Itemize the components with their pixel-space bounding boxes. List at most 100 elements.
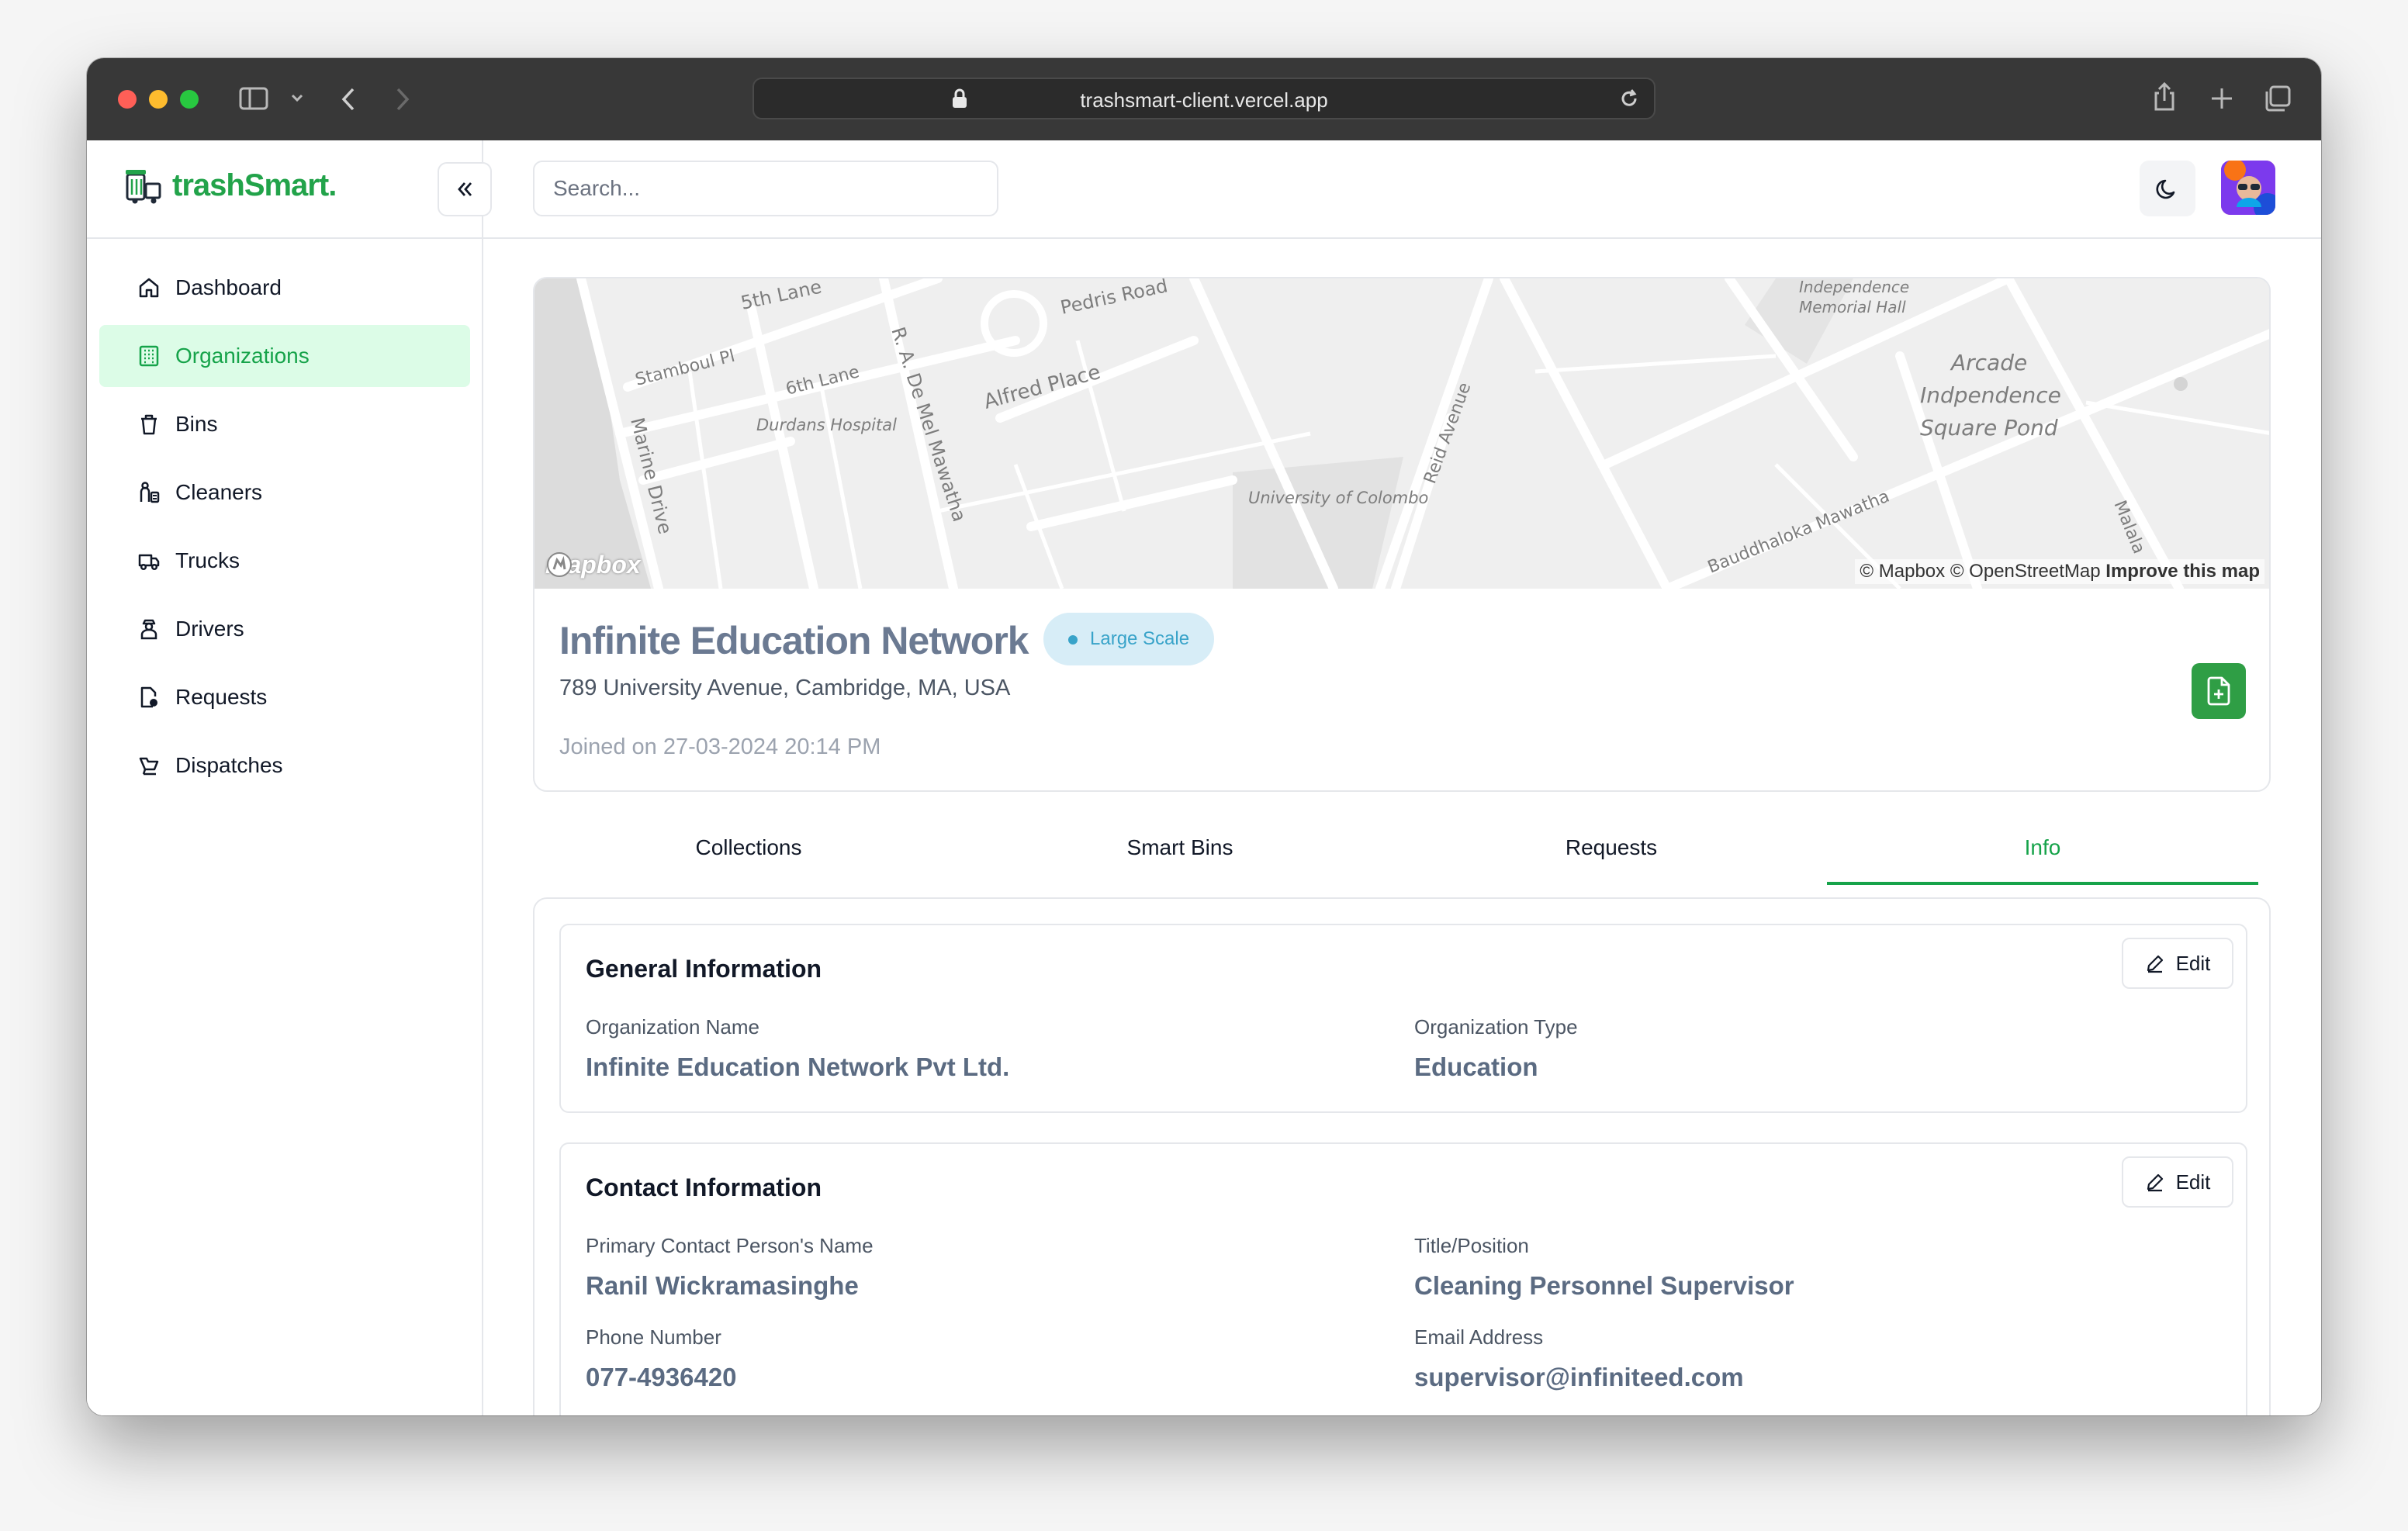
app: trashSmart. Dashboard Organizations Bins	[87, 140, 2321, 1415]
map-label: Square Pond	[1920, 415, 2058, 441]
forward-icon[interactable]	[394, 86, 411, 112]
sidebar-item-organizations[interactable]: Organizations	[99, 325, 470, 387]
sidebar-toggle-icon[interactable]	[239, 86, 270, 111]
tab-collections[interactable]: Collections	[533, 823, 964, 882]
sidebar-item-label: Cleaners	[175, 480, 263, 504]
chevrons-left-icon	[458, 182, 472, 196]
position-label: Title/Position	[1414, 1234, 1529, 1257]
edit-label: Edit	[2175, 951, 2211, 975]
map-label: Indpendence	[1920, 382, 2061, 408]
generate-report-button[interactable]	[2192, 663, 2246, 719]
brand-logo[interactable]: trashSmart.	[124, 167, 337, 204]
close-window-button[interactable]	[118, 90, 137, 109]
org-type-label: Organization Type	[1414, 1015, 1578, 1039]
maximize-window-button[interactable]	[180, 90, 199, 109]
share-icon[interactable]	[2152, 81, 2177, 112]
trash-icon	[137, 412, 161, 437]
tab-info[interactable]: Info	[1827, 823, 2258, 885]
org-name-label: Organization Name	[586, 1015, 759, 1039]
sidebar-item-label: Dashboard	[175, 275, 282, 299]
sidebar-item-drivers[interactable]: Drivers	[99, 598, 470, 660]
driver-icon	[137, 617, 161, 641]
main-content: 5th Lane Pedris Road Stamboul Pl 6th Lan…	[483, 140, 2321, 1415]
sidebar-item-bins[interactable]: Bins	[99, 393, 470, 455]
map-label: Independence	[1799, 278, 1909, 296]
home-icon	[137, 275, 161, 300]
tab-smart-bins[interactable]: Smart Bins	[964, 823, 1396, 882]
sidebar-item-label: Bins	[175, 412, 218, 436]
new-tab-icon[interactable]	[2209, 86, 2234, 111]
org-type-value: Education	[1414, 1052, 1538, 1081]
map-canvas: 5th Lane Pedris Road Stamboul Pl 6th Lan…	[535, 278, 2269, 589]
trash-truck-logo-icon	[126, 170, 161, 204]
sidebar-item-trucks[interactable]: Trucks	[99, 530, 470, 592]
phone-value: 077-4936420	[586, 1363, 737, 1391]
browser-toolbar: trashsmart-client.vercel.app	[87, 58, 2321, 140]
moon-icon	[2156, 179, 2175, 199]
phone-label: Phone Number	[586, 1325, 721, 1349]
map-label: Durdans Hospital	[756, 416, 897, 434]
org-name-value: Infinite Education Network Pvt Ltd.	[586, 1052, 1010, 1081]
organization-joined-date: Joined on 27-03-2024 20:14 PM	[559, 734, 881, 759]
theme-toggle-button[interactable]	[2140, 161, 2195, 216]
sidebar-nav: Dashboard Organizations Bins Cleaners Tr…	[99, 257, 470, 803]
request-icon	[137, 685, 161, 710]
sidebar-item-label: Trucks	[175, 548, 240, 572]
search-input[interactable]	[533, 161, 998, 216]
contact-information-section: Contact Information Edit Primary Contact…	[559, 1142, 2247, 1415]
sidebar-item-cleaners[interactable]: Cleaners	[99, 461, 470, 524]
contact-person-label: Primary Contact Person's Name	[586, 1234, 874, 1257]
cleaner-icon	[137, 480, 161, 505]
organization-card: 5th Lane Pedris Road Stamboul Pl 6th Lan…	[533, 277, 2271, 792]
sidebar-item-label: Organizations	[175, 344, 310, 368]
mapbox-icon	[547, 552, 572, 577]
back-icon[interactable]	[340, 86, 357, 112]
brand-name-text: trashSmart	[172, 168, 329, 202]
building-icon	[137, 344, 161, 368]
address-bar[interactable]: trashsmart-client.vercel.app	[752, 78, 1656, 119]
info-panel: General Information Edit Organization Na…	[533, 897, 2271, 1415]
edit-contact-button[interactable]: Edit	[2122, 1156, 2233, 1208]
map-attribution: © Mapbox © OpenStreetMap Improve this ma…	[1855, 559, 2264, 584]
email-value: supervisor@infiniteed.com	[1414, 1363, 1744, 1391]
sidebar-item-dashboard[interactable]: Dashboard	[99, 257, 470, 319]
sidebar-item-requests[interactable]: Requests	[99, 666, 470, 728]
general-information-section: General Information Edit Organization Na…	[559, 924, 2247, 1113]
map-attribution-text[interactable]: © Mapbox © OpenStreetMap	[1860, 561, 2100, 582]
badge-dot	[1068, 635, 1078, 645]
pencil-icon	[2147, 955, 2163, 973]
badge-label: Large Scale	[1090, 628, 1190, 649]
brand-name: trashSmart.	[172, 168, 337, 203]
edit-general-button[interactable]: Edit	[2122, 938, 2233, 989]
file-plus-icon	[2207, 676, 2230, 706]
organization-name: Infinite Education Network	[559, 619, 1029, 662]
sidebar-item-dispatches[interactable]: Dispatches	[99, 734, 470, 797]
avatar[interactable]	[2221, 161, 2275, 215]
truck-icon	[137, 548, 161, 573]
location-map[interactable]: 5th Lane Pedris Road Stamboul Pl 6th Lan…	[535, 278, 2269, 589]
sidebar-item-label: Dispatches	[175, 753, 283, 777]
reload-icon[interactable]	[1618, 88, 1640, 113]
tab-bar: Collections Smart Bins Requests Info	[533, 823, 2271, 885]
chevron-down-icon[interactable]	[290, 92, 304, 103]
organization-address: 789 University Avenue, Cambridge, MA, US…	[559, 676, 1011, 700]
pencil-icon	[2147, 1173, 2163, 1192]
map-label: Memorial Hall	[1799, 298, 1906, 316]
topbar-divider	[483, 237, 2321, 239]
tabs-overview-icon[interactable]	[2264, 85, 2292, 112]
tab-requests[interactable]: Requests	[1396, 823, 1827, 882]
section-title: Contact Information	[586, 1173, 822, 1201]
minimize-window-button[interactable]	[149, 90, 168, 109]
sidebar: trashSmart. Dashboard Organizations Bins	[87, 140, 483, 1415]
edit-label: Edit	[2175, 1170, 2211, 1194]
map-label: Arcade	[1950, 350, 2027, 375]
brand-dot: .	[328, 168, 337, 202]
email-label: Email Address	[1414, 1325, 1544, 1349]
mapbox-logo[interactable]: mapbox	[545, 551, 641, 579]
map-label: University of Colombo	[1248, 489, 1428, 507]
position-value: Cleaning Personnel Supervisor	[1414, 1271, 1794, 1300]
sidebar-header-divider	[87, 237, 483, 239]
status-badge: Large Scale	[1043, 613, 1215, 665]
dispatch-icon	[137, 753, 161, 778]
improve-map-link[interactable]: Improve this map	[2105, 561, 2260, 582]
